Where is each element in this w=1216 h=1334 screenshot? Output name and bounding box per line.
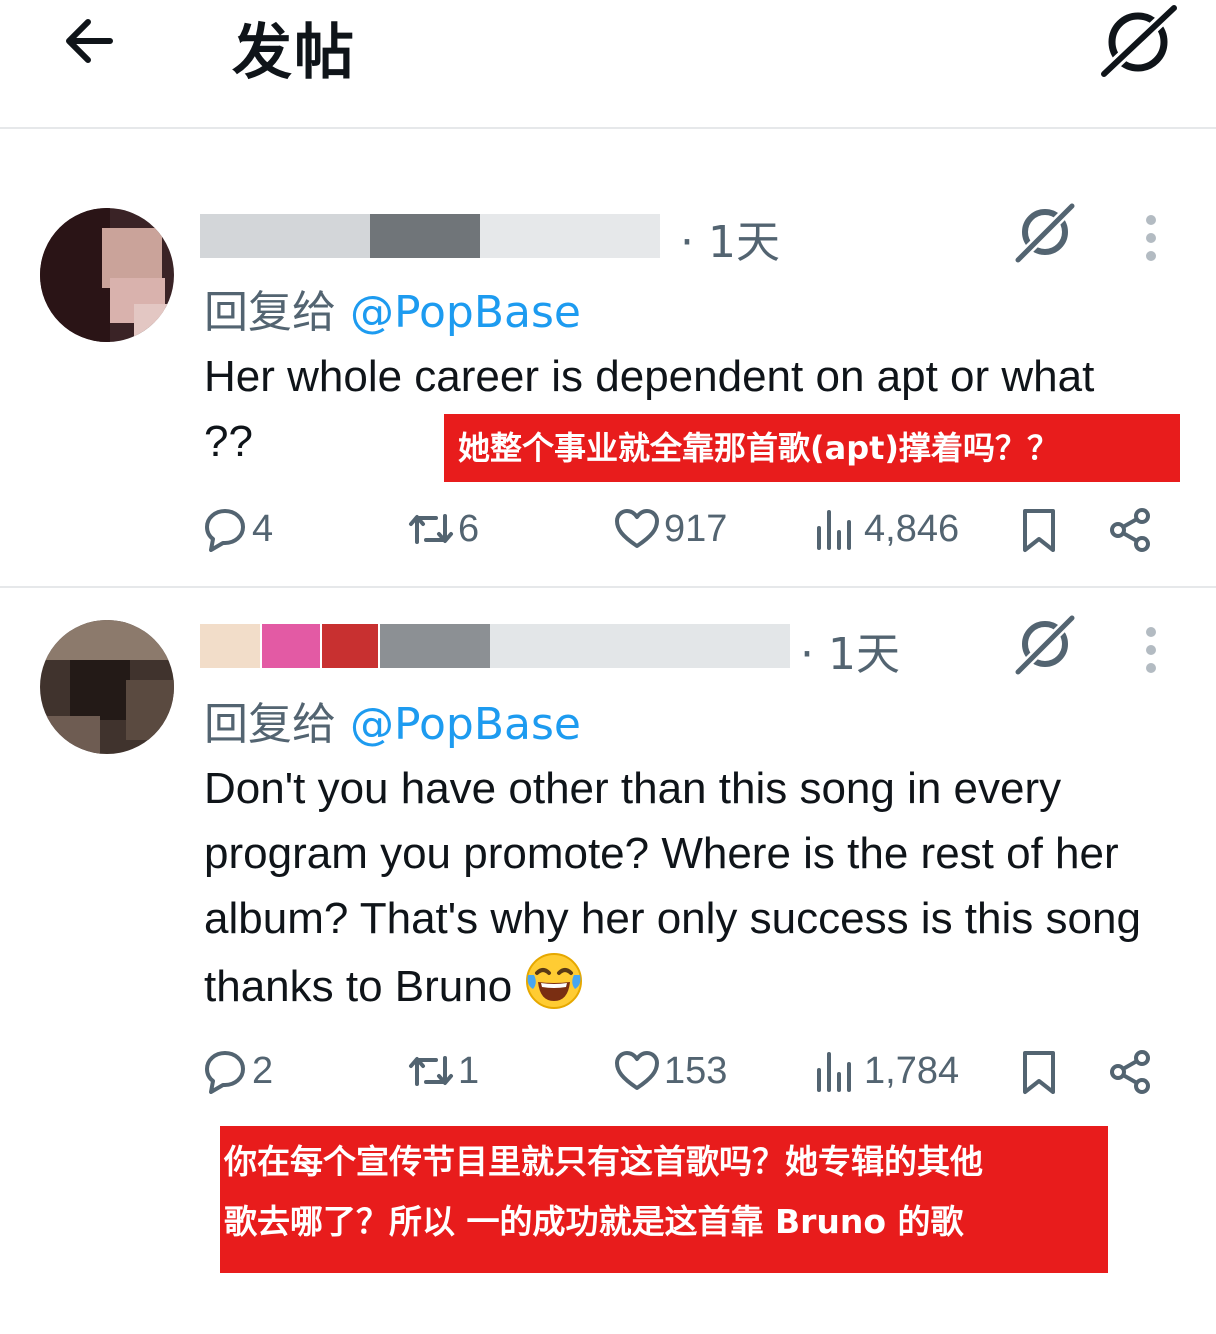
reply-context: 回复给 @PopBase	[204, 688, 581, 752]
reply-count: 4	[252, 507, 274, 550]
more-options-icon[interactable]	[1143, 622, 1159, 673]
translation-overlay: 你在每个宣传节目里就只有这首歌吗？她专辑的其他 歌去哪了？所以 一的成功就是这首…	[220, 1126, 1108, 1273]
timestamp[interactable]: · 1天	[800, 618, 900, 682]
comment-icon	[205, 1051, 245, 1094]
like-count: 153	[664, 1049, 728, 1092]
repost-button[interactable]: 1	[408, 1046, 479, 1096]
bookmark-icon[interactable]	[1016, 507, 1062, 553]
grok-icon[interactable]	[1012, 198, 1078, 264]
bookmark-icon[interactable]	[1016, 1049, 1062, 1095]
view-count: 4,846	[864, 507, 960, 550]
views-button[interactable]: 1,784	[814, 1046, 959, 1096]
avatar[interactable]	[40, 620, 174, 754]
divider	[0, 586, 1216, 588]
reply-count: 2	[252, 1049, 274, 1092]
like-count: 917	[664, 507, 728, 550]
like-button[interactable]: 917	[614, 504, 727, 554]
reply-label: 回复给	[204, 287, 336, 338]
repost-icon	[409, 514, 453, 544]
share-icon[interactable]	[1108, 507, 1154, 553]
more-options-icon[interactable]	[1143, 210, 1159, 261]
overlay-line: 你在每个宣传节目里就只有这首歌吗？她专辑的其他	[224, 1142, 983, 1181]
tweet-text-content: Don't you have other than this song in e…	[204, 764, 1141, 1011]
timestamp[interactable]: · 1天	[680, 206, 780, 270]
heart-icon	[615, 1051, 659, 1090]
grok-icon[interactable]	[1096, 2, 1180, 78]
tweet-text: Don't you have other than this song in e…	[204, 756, 1174, 1019]
repost-icon	[409, 1056, 453, 1086]
comment-icon	[205, 509, 245, 552]
blurred-username[interactable]	[200, 624, 800, 668]
reply-button[interactable]: 4	[202, 504, 273, 554]
repost-count: 6	[458, 507, 480, 550]
overlay-line: 她整个事业就全靠那首歌(apt)撑着吗？？	[458, 429, 1060, 467]
mention-link[interactable]: @PopBase	[350, 287, 581, 338]
repost-button[interactable]: 6	[408, 504, 479, 554]
view-count: 1,784	[864, 1049, 960, 1092]
page-title: 发帖	[232, 18, 356, 88]
heart-icon	[615, 509, 659, 548]
blurred-username[interactable]	[200, 214, 670, 258]
reply-button[interactable]: 2	[202, 1046, 273, 1096]
reply-label: 回复给	[204, 699, 336, 750]
mention-link[interactable]: @PopBase	[350, 699, 581, 750]
views-button[interactable]: 4,846	[814, 504, 959, 554]
overlay-line: 歌去哪了？所以 一的成功就是这首靠 Bruno 的歌	[224, 1202, 964, 1241]
back-arrow-icon[interactable]	[58, 8, 124, 74]
share-icon[interactable]	[1108, 1049, 1154, 1095]
grok-icon[interactable]	[1012, 610, 1078, 676]
like-button[interactable]: 153	[614, 1046, 727, 1096]
repost-count: 1	[458, 1049, 480, 1092]
avatar[interactable]	[40, 208, 174, 342]
views-icon	[817, 1052, 851, 1092]
top-bar: 发帖	[0, 0, 1216, 129]
reply-context: 回复给 @PopBase	[204, 276, 581, 340]
translation-overlay: 她整个事业就全靠那首歌(apt)撑着吗？？	[444, 414, 1180, 482]
views-icon	[817, 510, 851, 550]
face-with-tears-of-joy-icon	[526, 953, 583, 1009]
